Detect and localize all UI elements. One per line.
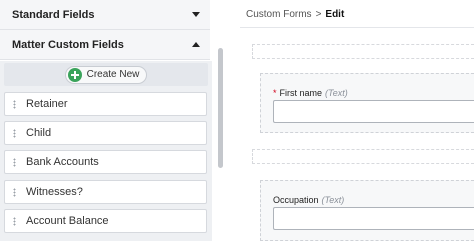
- sidebar: Standard Fields Matter Custom Fields Cre…: [0, 0, 214, 241]
- breadcrumb-custom-forms-link[interactable]: Custom Forms: [246, 9, 312, 20]
- caret-down-icon[interactable]: [192, 12, 200, 17]
- custom-fields-list: Create New Retainer Child Bank Accounts …: [0, 61, 212, 241]
- drop-zone[interactable]: [252, 44, 474, 59]
- list-item[interactable]: Bank Accounts: [4, 150, 207, 174]
- first-name-field[interactable]: [273, 100, 474, 123]
- matter-custom-fields-title: Matter Custom Fields: [12, 38, 124, 51]
- field-type-hint: (Text): [321, 195, 345, 205]
- breadcrumb-current: Edit: [325, 9, 345, 20]
- field-label-text: First name: [279, 88, 323, 98]
- field-label: * First name (Text): [273, 88, 348, 98]
- drag-handle-icon[interactable]: [13, 216, 16, 226]
- list-item[interactable]: Retainer: [4, 92, 207, 116]
- list-item-label: Bank Accounts: [26, 156, 99, 168]
- sidebar-scrollbar-thumb[interactable]: [218, 48, 223, 168]
- list-item-label: Witnesses?: [26, 186, 83, 198]
- plus-circle-icon: [67, 67, 82, 82]
- drag-handle-icon[interactable]: [13, 99, 16, 109]
- list-item[interactable]: Account Balance: [4, 209, 207, 233]
- drag-handle-icon[interactable]: [13, 187, 16, 197]
- list-item-label: Child: [26, 127, 52, 139]
- matter-custom-fields-header[interactable]: Matter Custom Fields: [0, 30, 210, 60]
- create-new-label: Create New: [86, 69, 140, 80]
- field-label: Occupation (Text): [273, 195, 344, 205]
- form-editor: Custom Forms > Edit * First name (Text) Oc…: [226, 0, 474, 241]
- required-marker: *: [273, 88, 277, 98]
- standard-fields-title: Standard Fields: [12, 8, 95, 21]
- field-type-hint: (Text): [325, 88, 348, 98]
- create-new-button[interactable]: Create New: [64, 65, 148, 84]
- list-item-label: Account Balance: [26, 215, 109, 227]
- occupation-field[interactable]: [273, 207, 474, 230]
- form-field-card[interactable]: Occupation (Text): [260, 180, 474, 241]
- standard-fields-header[interactable]: Standard Fields: [0, 0, 210, 30]
- list-item[interactable]: Child: [4, 121, 207, 145]
- form-field-card[interactable]: * First name (Text): [260, 73, 474, 133]
- drag-handle-icon[interactable]: [13, 157, 16, 167]
- field-label-text: Occupation: [273, 195, 319, 205]
- list-item-label: Retainer: [26, 98, 68, 110]
- list-item[interactable]: Witnesses?: [4, 180, 207, 204]
- caret-up-icon[interactable]: [192, 42, 200, 47]
- divider: [240, 27, 474, 28]
- drop-zone[interactable]: [252, 149, 474, 164]
- breadcrumb-separator: >: [315, 9, 322, 20]
- drag-handle-icon[interactable]: [13, 128, 16, 138]
- create-new-row: Create New: [4, 63, 208, 86]
- breadcrumb: Custom Forms > Edit: [246, 9, 344, 20]
